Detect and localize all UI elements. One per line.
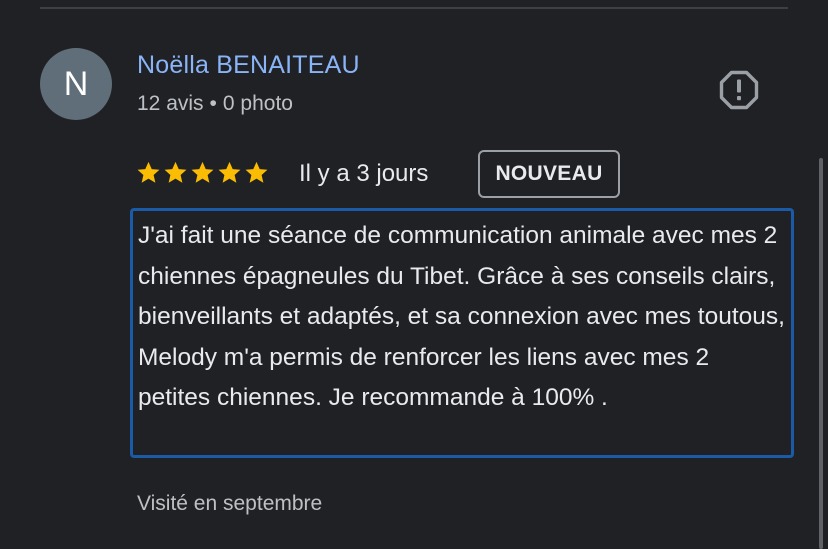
review-text: J'ai fait une séance de communication an… [138, 222, 785, 411]
new-badge: NOUVEAU [478, 150, 620, 198]
review-card: N Noëlla BENAITEAU 12 avis • 0 photo Il y … [0, 0, 828, 549]
star-icon [164, 161, 187, 183]
star-icon [218, 161, 241, 183]
visited-date: Visité en septembre [137, 492, 323, 515]
star-rating [136, 157, 271, 187]
avatar[interactable]: N [40, 48, 112, 120]
star-icon [245, 161, 268, 183]
divider [40, 7, 788, 9]
reviews-count: 12 avis [137, 92, 204, 115]
author-meta: 12 avis • 0 photo [137, 92, 293, 116]
scrollbar[interactable] [819, 158, 823, 549]
report-flag-icon [719, 70, 759, 110]
review-text-box: J'ai fait une séance de communication an… [130, 208, 794, 458]
report-review-button[interactable] [718, 69, 760, 111]
photos-count: 0 photo [222, 92, 293, 115]
author-name-link[interactable]: Noëlla BENAITEAU [137, 51, 360, 80]
review-date: Il y a 3 jours [299, 160, 429, 187]
star-icon [191, 161, 214, 183]
star-icon [137, 161, 160, 183]
meta-separator: • [209, 92, 217, 115]
